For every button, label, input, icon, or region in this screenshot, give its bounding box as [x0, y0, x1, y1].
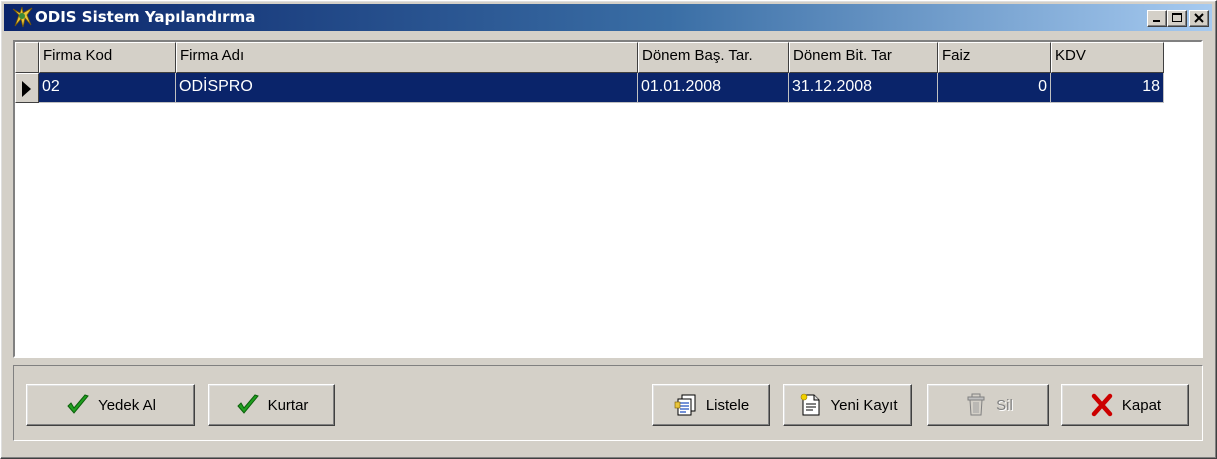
maximize-icon [1172, 13, 1182, 22]
current-row-arrow-icon [22, 81, 31, 97]
cell-kdv[interactable]: 18 [1051, 73, 1164, 103]
sil-button[interactable]: Sil [927, 384, 1049, 426]
main-window: ODIS Sistem Yapılandırma Firma Kod Firma… [0, 0, 1217, 459]
yedek-al-label: Yedek Al [98, 396, 156, 414]
close-icon [1194, 13, 1204, 23]
window-title: ODIS Sistem Yapılandırma [35, 8, 256, 26]
cell-donem-bas[interactable]: 01.01.2008 [638, 73, 789, 103]
cell-faiz[interactable]: 0 [938, 73, 1051, 103]
sil-label: Sil [996, 396, 1013, 414]
kapat-button[interactable]: Kapat [1061, 384, 1189, 426]
check-icon [65, 393, 91, 417]
yeni-kayit-label: Yeni Kayıt [830, 396, 898, 414]
table-row[interactable]: 02 ODİSPRO 01.01.2008 31.12.2008 0 18 [15, 73, 1164, 103]
row-indicator [15, 73, 39, 103]
title-bar[interactable]: ODIS Sistem Yapılandırma [4, 4, 1212, 31]
trash-icon [963, 393, 989, 417]
minimize-icon [1153, 20, 1160, 22]
listele-button[interactable]: Listele [652, 384, 770, 426]
column-header-donem-bit[interactable]: Dönem Bit. Tar [789, 42, 938, 73]
kapat-label: Kapat [1121, 396, 1162, 414]
new-document-icon [798, 393, 824, 417]
column-header-firma-kod[interactable]: Firma Kod [39, 42, 176, 73]
red-x-icon [1089, 393, 1115, 417]
grid-header: Firma Kod Firma Adı Dönem Baş. Tar. Döne… [15, 42, 1164, 73]
yedek-al-button[interactable]: Yedek Al [26, 384, 195, 426]
kurtar-button[interactable]: Kurtar [208, 384, 335, 426]
check-icon [235, 393, 261, 417]
minimize-button[interactable] [1147, 10, 1167, 27]
column-header-kdv[interactable]: KDV [1051, 42, 1164, 73]
cell-firma-adi[interactable]: ODİSPRO [176, 73, 638, 103]
yeni-kayit-button[interactable]: Yeni Kayıt [783, 384, 912, 426]
listele-label: Listele [705, 396, 750, 414]
maximize-button[interactable] [1167, 10, 1187, 27]
firma-grid[interactable]: Firma Kod Firma Adı Dönem Baş. Tar. Döne… [13, 40, 1203, 358]
list-document-icon [673, 393, 699, 417]
column-header-donem-bas[interactable]: Dönem Baş. Tar. [638, 42, 789, 73]
column-header-firma-adi[interactable]: Firma Adı [176, 42, 638, 73]
kurtar-label: Kurtar [267, 396, 309, 414]
close-button[interactable] [1189, 10, 1209, 27]
cell-donem-bit[interactable]: 31.12.2008 [789, 73, 938, 103]
column-header-faiz[interactable]: Faiz [938, 42, 1051, 73]
odis-app-icon [11, 6, 33, 28]
indicator-header [15, 42, 39, 73]
cell-firma-kod[interactable]: 02 [39, 73, 176, 103]
